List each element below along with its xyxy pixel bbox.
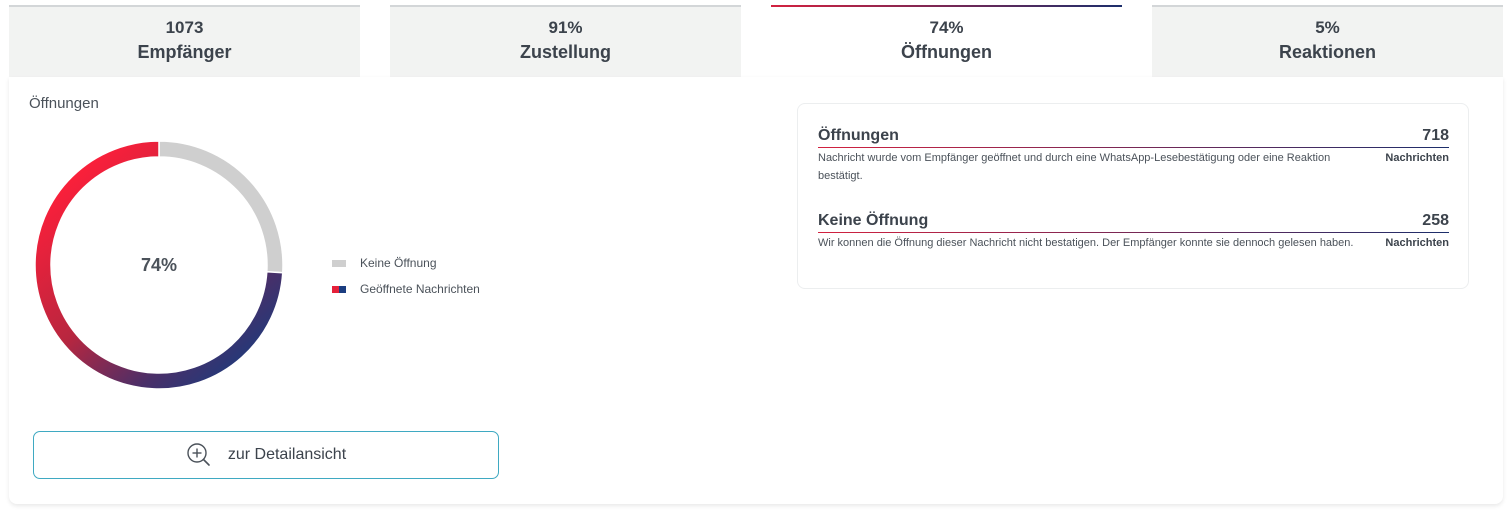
- legend-swatch-gradient: [332, 285, 346, 293]
- info-row-description: Nachricht wurde vom Empfänger geöffnet u…: [818, 152, 1331, 182]
- info-row-body: Nachricht wurde vom Empfänger geöffnet u…: [818, 149, 1449, 185]
- info-row-header: Öffnungen 718: [818, 126, 1449, 148]
- legend-item-geoeffnete-nachrichten[interactable]: Geöffnete Nachrichten: [332, 276, 480, 302]
- info-card: Öffnungen 718 Nachricht wurde vom Empfän…: [797, 103, 1469, 289]
- info-row-unit: Nachrichten: [1385, 152, 1449, 164]
- info-row-count: 258: [1422, 212, 1449, 229]
- detail-view-button[interactable]: zur Detailansicht: [33, 431, 499, 479]
- tab-value: 91%: [548, 18, 583, 37]
- detail-view-label: zur Detailansicht: [227, 446, 347, 463]
- info-row-oeffnungen: Öffnungen 718 Nachricht wurde vom Empfän…: [818, 126, 1449, 185]
- tab-value: 5%: [1315, 18, 1340, 37]
- tab-label: Zustellung: [520, 42, 611, 62]
- donut-center-label: 74%: [140, 254, 178, 275]
- tab-label: Reaktionen: [1278, 42, 1377, 62]
- tab-label: Empfänger: [137, 42, 232, 62]
- tab-zustellung[interactable]: 91% Zustellung: [390, 5, 741, 77]
- info-row-header: Keine Öffnung 258: [818, 211, 1449, 233]
- section-title: Öffnungen: [29, 95, 99, 112]
- tab-empfaenger[interactable]: 1073 Empfänger: [9, 5, 360, 77]
- tab-value: 1073: [165, 18, 204, 37]
- tab-value: 74%: [929, 18, 964, 37]
- legend-swatch-grey: [332, 259, 346, 267]
- zoom-in-icon: [187, 443, 210, 466]
- tab-oeffnungen[interactable]: 74% Öffnungen: [771, 5, 1122, 77]
- tab-reaktionen[interactable]: 5% Reaktionen: [1152, 5, 1503, 77]
- chart-legend: Keine Öffnung Geöffnete Nachrichten: [332, 250, 480, 302]
- info-row-keine-oeffnung: Keine Öffnung 258 Wir konnen die Öffnung…: [818, 211, 1449, 252]
- legend-label: Geöffnete Nachrichten: [360, 282, 480, 296]
- info-row-body: Wir konnen die Öffnung dieser Nachricht …: [818, 234, 1449, 252]
- info-row-unit: Nachrichten: [1385, 237, 1449, 249]
- tab-label: Öffnungen: [901, 42, 992, 62]
- metric-tabs: 1073 Empfänger 91% Zustellung 74% Öffnun…: [9, 5, 1503, 77]
- info-row-title: Öffnungen: [818, 127, 899, 144]
- info-row-description: Wir konnen die Öffnung dieser Nachricht …: [818, 237, 1354, 249]
- legend-item-keine-oeffnung[interactable]: Keine Öffnung: [332, 250, 480, 276]
- info-row-title: Keine Öffnung: [818, 212, 929, 229]
- info-row-count: 718: [1422, 127, 1449, 144]
- legend-label: Keine Öffnung: [360, 256, 437, 270]
